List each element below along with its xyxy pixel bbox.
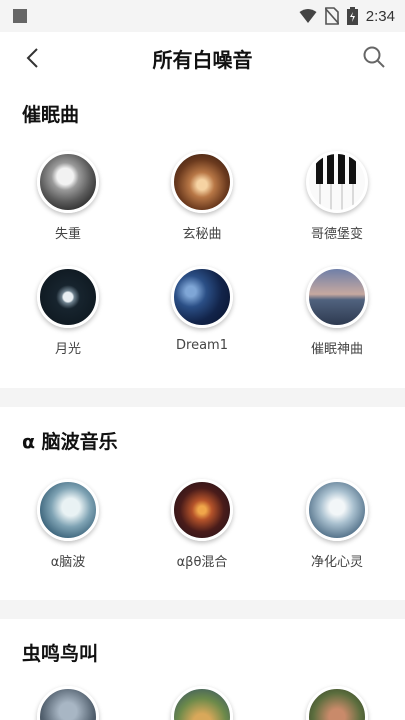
sound-item[interactable]	[152, 686, 252, 720]
sound-item-moonlight[interactable]: 月光	[18, 266, 118, 357]
sound-label: 月光	[54, 342, 81, 357]
sound-thumbnail	[171, 479, 233, 541]
sound-thumbnail	[306, 686, 368, 720]
sound-label: αβθ混合	[176, 555, 228, 570]
sound-thumbnail	[306, 479, 368, 541]
section-title: 虫鸣鸟叫	[22, 643, 99, 665]
sound-thumbnail	[37, 686, 99, 720]
piano-keys-icon	[309, 154, 365, 210]
no-sim-icon	[324, 7, 339, 25]
sound-thumbnail	[306, 266, 368, 328]
sound-item[interactable]	[287, 686, 387, 720]
header-bar: 所有白噪音	[0, 32, 405, 84]
wifi-icon	[299, 9, 317, 23]
sound-label: 失重	[54, 227, 81, 242]
status-time: 2:34	[365, 7, 395, 25]
section-alpha-wave: α 脑波音乐 α脑波 αβθ混合 净化心灵	[0, 407, 405, 600]
section-title: α 脑波音乐	[22, 431, 118, 453]
sound-item-goldberg[interactable]: 哥德堡变	[287, 151, 387, 242]
sound-label: 哥德堡变	[310, 227, 363, 242]
sound-item-weightless[interactable]: 失重	[18, 151, 118, 242]
section-insects-birds: 虫鸣鸟叫	[0, 619, 405, 720]
sound-thumbnail	[37, 151, 99, 213]
sound-item-hypnosis[interactable]: 催眠神曲	[287, 266, 387, 357]
sound-item-purify[interactable]: 净化心灵	[287, 479, 387, 570]
sound-label: α脑波	[50, 555, 86, 570]
notification-icon	[13, 9, 27, 23]
sound-item-alpha[interactable]: α脑波	[18, 479, 118, 570]
sound-thumbnail	[171, 151, 233, 213]
section-lullaby: 催眠曲 失重 玄秘曲 哥德堡变 月光 Dream1 催眠神曲	[0, 84, 405, 388]
search-icon[interactable]	[361, 44, 387, 70]
sound-thumbnail	[171, 266, 233, 328]
sound-label: Dream1	[176, 338, 228, 353]
sound-thumbnail	[306, 151, 368, 213]
battery-icon	[346, 7, 358, 25]
section-title: 催眠曲	[22, 104, 80, 126]
sound-thumbnail	[37, 266, 99, 328]
sound-item-mystic[interactable]: 玄秘曲	[152, 151, 252, 242]
sound-label: 玄秘曲	[182, 227, 222, 242]
sound-item-dream1[interactable]: Dream1	[152, 266, 252, 353]
sound-item[interactable]	[18, 686, 118, 720]
sound-thumbnail	[37, 479, 99, 541]
content-area: 催眠曲 失重 玄秘曲 哥德堡变 月光 Dream1 催眠神曲 α 脑波音乐 α脑…	[0, 84, 405, 720]
page-title: 所有白噪音	[152, 48, 253, 72]
sound-label: 催眠神曲	[310, 342, 363, 357]
sound-thumbnail	[171, 686, 233, 720]
sound-label: 净化心灵	[310, 555, 363, 570]
sound-item-alpha-beta-theta[interactable]: αβθ混合	[152, 479, 252, 570]
status-bar: 2:34	[0, 0, 405, 32]
